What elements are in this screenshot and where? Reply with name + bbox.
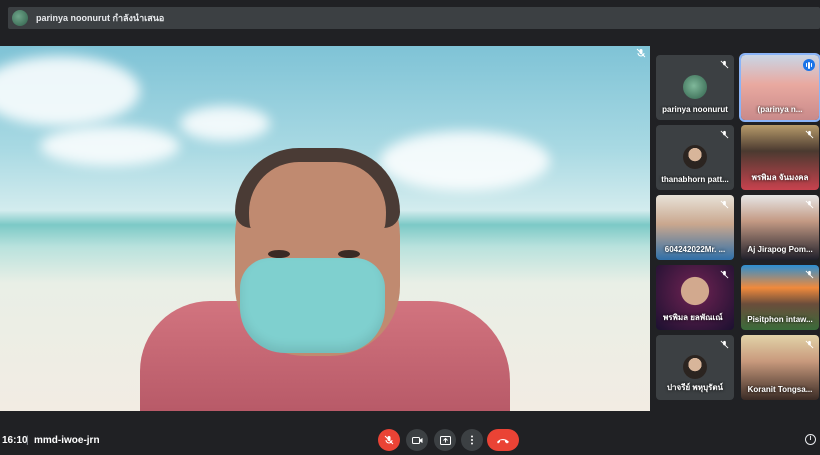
participant-tile-speaking[interactable]: (parinya n...	[739, 53, 820, 122]
presenter-banner[interactable]: parinya noonurut กำลังนำเสนอ	[8, 7, 820, 29]
participant-name: thanabhorn patt...	[661, 175, 729, 184]
mic-off-icon	[720, 130, 729, 139]
participant-tile[interactable]: Koranit Tongsa...	[741, 335, 819, 400]
avatar	[683, 355, 707, 379]
speaker-eye	[268, 250, 290, 258]
mic-off-icon	[720, 60, 729, 69]
participant-name: Koranit Tongsa...	[747, 385, 813, 394]
mic-off-icon	[805, 340, 814, 349]
participant-name: Pisitphon intaw...	[747, 315, 813, 324]
camera-toggle-button[interactable]	[406, 429, 428, 451]
participant-name: พรพิมล จันมงคล	[751, 173, 809, 182]
speaking-indicator-icon	[803, 59, 815, 71]
mic-off-icon	[720, 270, 729, 279]
mic-off-icon	[805, 200, 814, 209]
participant-name: พรพิมล ยลพัณเณ์	[663, 313, 723, 322]
present-icon	[439, 435, 451, 445]
participant-tile[interactable]: พรพิมล จันมงคล	[741, 125, 819, 190]
participant-name: parinya noonurut	[662, 105, 728, 114]
participant-tile[interactable]: thanabhorn patt...	[656, 125, 734, 190]
participant-tile[interactable]: parinya noonurut	[656, 55, 734, 120]
avatar	[683, 145, 707, 169]
present-button[interactable]	[434, 429, 456, 451]
more-icon	[471, 435, 473, 445]
mic-off-icon	[805, 270, 814, 279]
mic-off-icon	[384, 435, 394, 445]
presenter-bar: parinya noonurut กำลังนำเสนอ	[0, 0, 820, 36]
separator: |	[26, 435, 29, 446]
camera-icon	[411, 436, 422, 444]
end-call-button[interactable]	[487, 429, 519, 451]
avatar	[683, 75, 707, 99]
meeting-code[interactable]: mmd-iwoe-jrn	[34, 435, 100, 446]
participant-name: Aj Jirapog Pom...	[747, 245, 813, 254]
mic-off-icon	[805, 130, 814, 139]
clock: 16:10	[2, 435, 28, 446]
participant-name: ปาจรีย์ พหุบุรัตน์	[666, 383, 724, 392]
speaker-hair	[235, 148, 400, 228]
mic-off-icon	[720, 340, 729, 349]
participant-name: 604242022Mr. ...	[664, 245, 726, 254]
participant-tile[interactable]: Aj Jirapog Pom...	[741, 195, 819, 260]
presenter-avatar	[12, 10, 28, 26]
bottom-bar: 16:10 | mmd-iwoe-jrn i	[0, 420, 820, 455]
presenter-text: parinya noonurut กำลังนำเสนอ	[36, 13, 165, 23]
face-mask	[240, 258, 385, 353]
speaker-eye	[338, 250, 360, 258]
participant-tile[interactable]: พรพิมล ยลพัณเณ์	[656, 265, 734, 330]
more-options-button[interactable]	[461, 429, 483, 451]
info-icon[interactable]: i	[805, 434, 816, 445]
participant-tile[interactable]: ปาจรีย์ พหุบุรัตน์	[656, 335, 734, 400]
background-cloud	[0, 56, 140, 126]
mic-off-icon	[636, 48, 646, 58]
participant-tile[interactable]: 604242022Mr. ...	[656, 195, 734, 260]
speaker-figure	[140, 146, 520, 411]
mic-off-icon	[720, 200, 729, 209]
end-call-icon	[497, 438, 509, 443]
participant-name: (parinya n...	[757, 105, 803, 114]
participant-tile[interactable]: Pisitphon intaw...	[741, 265, 819, 330]
mic-toggle-button[interactable]	[378, 429, 400, 451]
background-cloud	[180, 106, 270, 141]
main-video-stage[interactable]	[0, 46, 650, 411]
